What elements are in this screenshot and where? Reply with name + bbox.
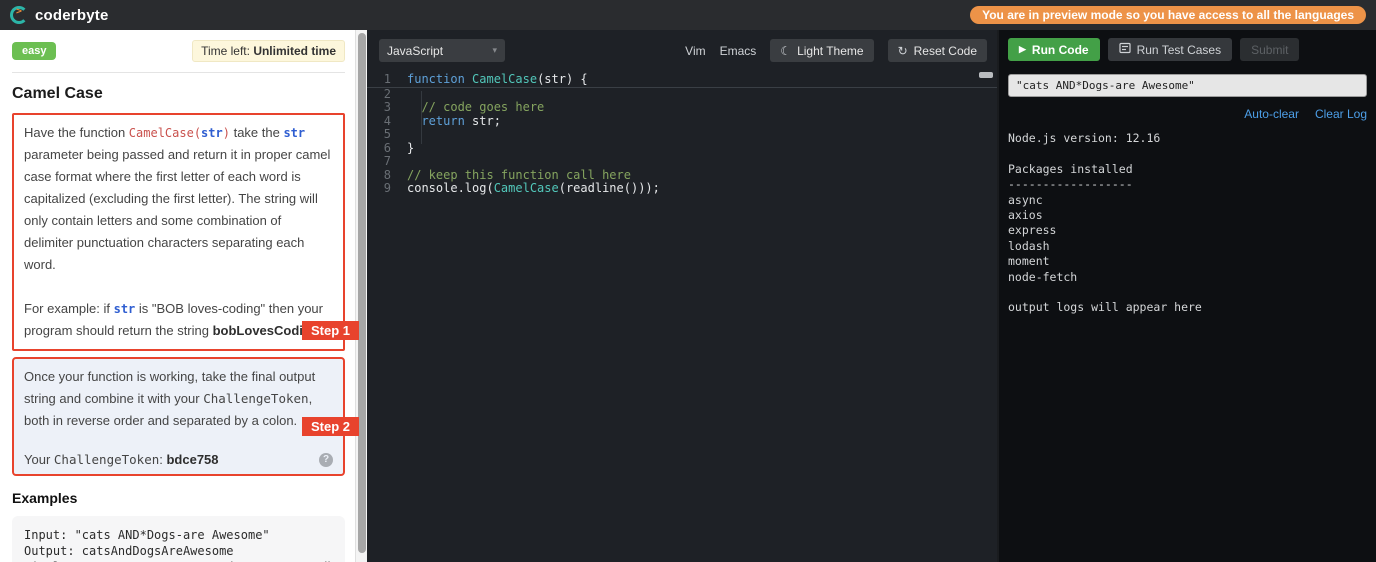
description-paragraph-1: Have the function CamelCase(str) take th… [24, 125, 331, 272]
console-output-line: moment [1008, 254, 1050, 269]
preview-mode-banner: You are in preview mode so you have acce… [970, 6, 1366, 24]
editor-toolbar: JavaScript ▾ Vim Emacs ☾ Light Theme ↻ R… [367, 30, 997, 70]
coderbyte-logo[interactable]: > coderbyte [10, 6, 109, 24]
example-block-1: Input: "cats AND*Dogs-are Awesome" Outpu… [12, 516, 345, 562]
examples-heading: Examples [12, 490, 78, 506]
code-line[interactable]: 8// keep this function call here [367, 168, 997, 183]
stdin-input[interactable] [1008, 74, 1367, 97]
console-output-line: node-fetch [1008, 269, 1078, 284]
console-output-line: express [1008, 223, 1057, 238]
run-code-button[interactable]: ▶ Run Code [1008, 38, 1100, 61]
console-output-line: output logs will appear here [1008, 300, 1202, 315]
code-line[interactable]: 2 [367, 87, 997, 102]
vim-mode-link[interactable]: Vim [685, 44, 705, 58]
help-icon[interactable]: ? [319, 452, 333, 467]
badges-row: easy Time left: Unlimited time [12, 40, 345, 62]
reset-code-button[interactable]: ↻ Reset Code [887, 39, 987, 62]
reset-code-label: Reset Code [913, 43, 977, 58]
auto-clear-link[interactable]: Auto-clear [1244, 107, 1299, 121]
console-output-line: Packages installed [1008, 161, 1133, 176]
submit-button[interactable]: Submit [1240, 38, 1300, 61]
top-header: > coderbyte You are in preview mode so y… [0, 0, 1376, 30]
console-panel: ▶ Run Code Run Test Cases Submit Auto-cl… [997, 30, 1376, 562]
play-icon: ▶ [1019, 44, 1026, 54]
console-output-line: async [1008, 192, 1043, 207]
code-line[interactable]: 4 return str; [367, 114, 997, 129]
submit-label: Submit [1251, 42, 1289, 57]
editor-scrollbar-thumb[interactable] [979, 72, 993, 78]
code-editor[interactable]: 1 function CamelCase(str) {2 3 // code goe… [367, 70, 997, 196]
indent-guide [421, 91, 422, 144]
coderbyte-logo-text: coderbyte [35, 6, 109, 24]
run-test-cases-button[interactable]: Run Test Cases [1107, 38, 1233, 61]
chevron-down-icon: ▾ [492, 45, 497, 55]
page-title: Camel Case [12, 85, 103, 102]
moon-icon: ☾ [780, 43, 792, 58]
coderbyte-logo-icon: > [10, 6, 28, 24]
light-theme-label: Light Theme [797, 43, 864, 58]
editor-toolbar-right: Vim Emacs ☾ Light Theme ↻ Reset Code [685, 39, 987, 62]
left-panel-scrollbar-thumb[interactable] [358, 33, 366, 553]
console-output-line: lodash [1008, 238, 1050, 253]
title-divider [12, 72, 345, 73]
description-paragraph-2: For example: if str is "BOB loves-coding… [24, 301, 323, 338]
challenge-panel: easy Time left: Unlimited time Camel Cas… [0, 30, 367, 562]
console-output-line: axios [1008, 208, 1043, 223]
code-editor-panel: JavaScript ▾ Vim Emacs ☾ Light Theme ↻ R… [367, 30, 997, 562]
code-line[interactable]: 3 // code goes here [367, 100, 997, 115]
time-left-label: Time left: [201, 44, 254, 58]
test-cases-icon [1118, 42, 1131, 57]
step2-token-box: Once your function is working, take the … [12, 357, 359, 476]
console-links-row: Auto-clear Clear Log [1008, 107, 1367, 121]
challenge-token-text: Your ChallengeToken: bdce758 [24, 452, 219, 467]
left-panel-scrollbar-track[interactable] [355, 30, 367, 562]
language-select[interactable]: JavaScript ▾ [379, 39, 505, 62]
step1-badge: Step 1 [301, 321, 359, 340]
code-line[interactable]: 7 [367, 154, 997, 169]
reset-icon: ↻ [897, 43, 908, 58]
time-left-badge: Time left: Unlimited time [192, 40, 345, 62]
run-test-cases-label: Run Test Cases [1136, 42, 1222, 57]
challenge-content: easy Time left: Unlimited time Camel Cas… [0, 30, 367, 562]
emacs-mode-link[interactable]: Emacs [720, 44, 757, 58]
main-layout: easy Time left: Unlimited time Camel Cas… [0, 30, 1376, 562]
console-output: Node.js version: 12.16 Packages installed… [1008, 131, 1367, 316]
light-theme-button[interactable]: ☾ Light Theme [770, 39, 874, 62]
run-code-label: Run Code [1031, 42, 1089, 57]
language-select-value: JavaScript [387, 43, 444, 58]
time-left-value: Unlimited time [253, 44, 336, 58]
code-line[interactable]: 6} [367, 141, 997, 156]
code-line[interactable]: 1 function CamelCase(str) { [367, 72, 997, 88]
clear-log-link[interactable]: Clear Log [1315, 107, 1367, 121]
console-output-line: Node.js version: 12.16 [1008, 131, 1161, 145]
step2-paragraph: Once your function is working, take the … [24, 369, 316, 428]
difficulty-badge: easy [12, 42, 57, 60]
code-line[interactable]: 5 [367, 127, 997, 142]
code-lines: 1 function CamelCase(str) {2 3 // code goe… [367, 72, 997, 196]
console-output-line: ------------------ [1008, 177, 1133, 192]
step2-badge: Step 2 [301, 417, 359, 436]
console-buttons-row: ▶ Run Code Run Test Cases Submit [1008, 38, 1367, 61]
step1-description-box: Have the function CamelCase(str) take th… [12, 113, 359, 351]
challenge-token-row: Your ChallengeToken: bdce758 ? [24, 452, 333, 467]
code-line[interactable]: 9 console.log(CamelCase(readline())); [367, 181, 997, 196]
